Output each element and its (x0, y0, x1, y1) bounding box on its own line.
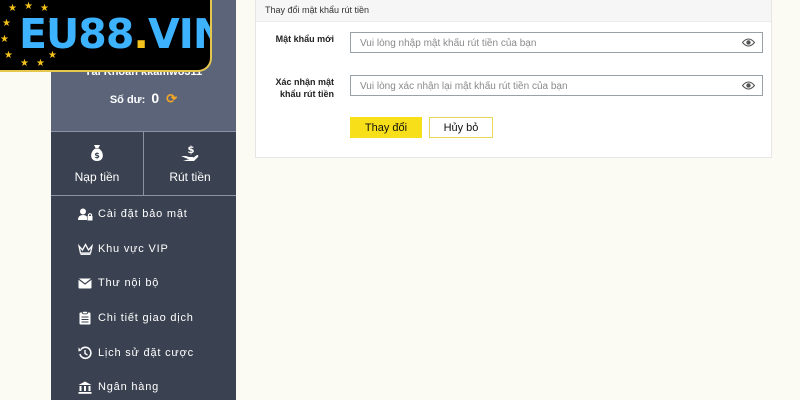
refresh-icon[interactable]: ⟳ (166, 91, 177, 106)
confirm-label-line2: khẩu rút tiền (279, 89, 334, 99)
star-icon: ★ (36, 58, 45, 69)
logo-vin: VIN (147, 10, 210, 58)
balance-value: 0 (151, 90, 160, 106)
confirm-password-field (350, 75, 763, 96)
sidebar-item-label: Chi tiết giao dịch (98, 312, 194, 325)
new-password-field (350, 32, 763, 53)
new-password-input[interactable] (351, 34, 731, 53)
sidebar-item-bank[interactable]: Ngân hàng (51, 370, 236, 400)
sidebar-item-label: Thư nội bộ (98, 277, 160, 290)
logo-eu88: EU88 (19, 10, 134, 58)
star-icon: ★ (8, 3, 17, 14)
history-icon (77, 346, 93, 360)
eye-icon[interactable] (741, 36, 756, 54)
sidebar-item-bet-history[interactable]: Lịch sử đặt cược (51, 335, 236, 370)
svg-text:$: $ (188, 145, 195, 156)
star-icon: ★ (2, 18, 11, 29)
withdraw-label: Rút tiền (169, 169, 211, 184)
confirm-label-line1: Xác nhận mật (275, 77, 334, 87)
change-withdraw-password-card: Thay đổi mật khẩu rút tiền Mật khẩu mới … (255, 0, 772, 158)
brand-logo[interactable]: ★ ★ ★ ★ ★ ★ ★ ★ ★ ★ EU88.VIN (0, 0, 212, 72)
save-button[interactable]: Thay đổi (350, 117, 422, 138)
sidebar-item-security[interactable]: Cài đặt bảo mật (51, 197, 236, 232)
balance: Số dư: 0 ⟳ (51, 90, 236, 107)
sidebar-item-label: Cài đặt bảo mật (98, 208, 188, 221)
star-icon: ★ (20, 58, 29, 69)
crown-icon (77, 242, 93, 256)
svg-text:$: $ (94, 151, 100, 160)
star-icon: ★ (0, 34, 9, 45)
logo-text: EU88.VIN (19, 10, 210, 58)
sidebar-item-label: Ngân hàng (98, 381, 160, 394)
balance-label: Số dư: (109, 94, 146, 106)
hand-money-icon: $ (181, 145, 199, 161)
confirm-password-input[interactable] (351, 77, 731, 96)
sidebar-menu: Cài đặt bảo mật Khu vực VIP Thư nội bộ C… (51, 197, 236, 400)
envelope-icon (77, 276, 93, 290)
user-lock-icon (77, 207, 93, 221)
card-title: Thay đổi mật khẩu rút tiền (256, 0, 771, 22)
star-icon: ★ (4, 50, 13, 61)
sidebar-item-label: Lịch sử đặt cược (98, 346, 194, 359)
deposit-button[interactable]: $ Nạp tiền (51, 132, 144, 195)
sidebar-item-transactions[interactable]: Chi tiết giao dịch (51, 301, 236, 336)
sidebar-item-label: Khu vực VIP (98, 242, 169, 255)
cancel-button[interactable]: Hủy bỏ (429, 117, 493, 138)
new-password-label: Mật khẩu mới (275, 34, 334, 44)
sidebar-item-inbox[interactable]: Thư nội bộ (51, 266, 236, 301)
bank-icon (77, 380, 93, 394)
sidebar-item-vip[interactable]: Khu vực VIP (51, 232, 236, 267)
deposit-label: Nạp tiền (74, 169, 120, 184)
confirm-password-label: Xác nhận mật khẩu rút tiền (256, 76, 334, 100)
withdraw-button[interactable]: $ Rút tiền (144, 132, 236, 195)
eye-icon[interactable] (741, 79, 756, 97)
money-bag-icon: $ (91, 144, 103, 161)
wallet-actions: $ Nạp tiền $ Rút tiền (51, 131, 236, 196)
clipboard-icon (77, 311, 93, 325)
logo-dot: . (133, 10, 149, 58)
